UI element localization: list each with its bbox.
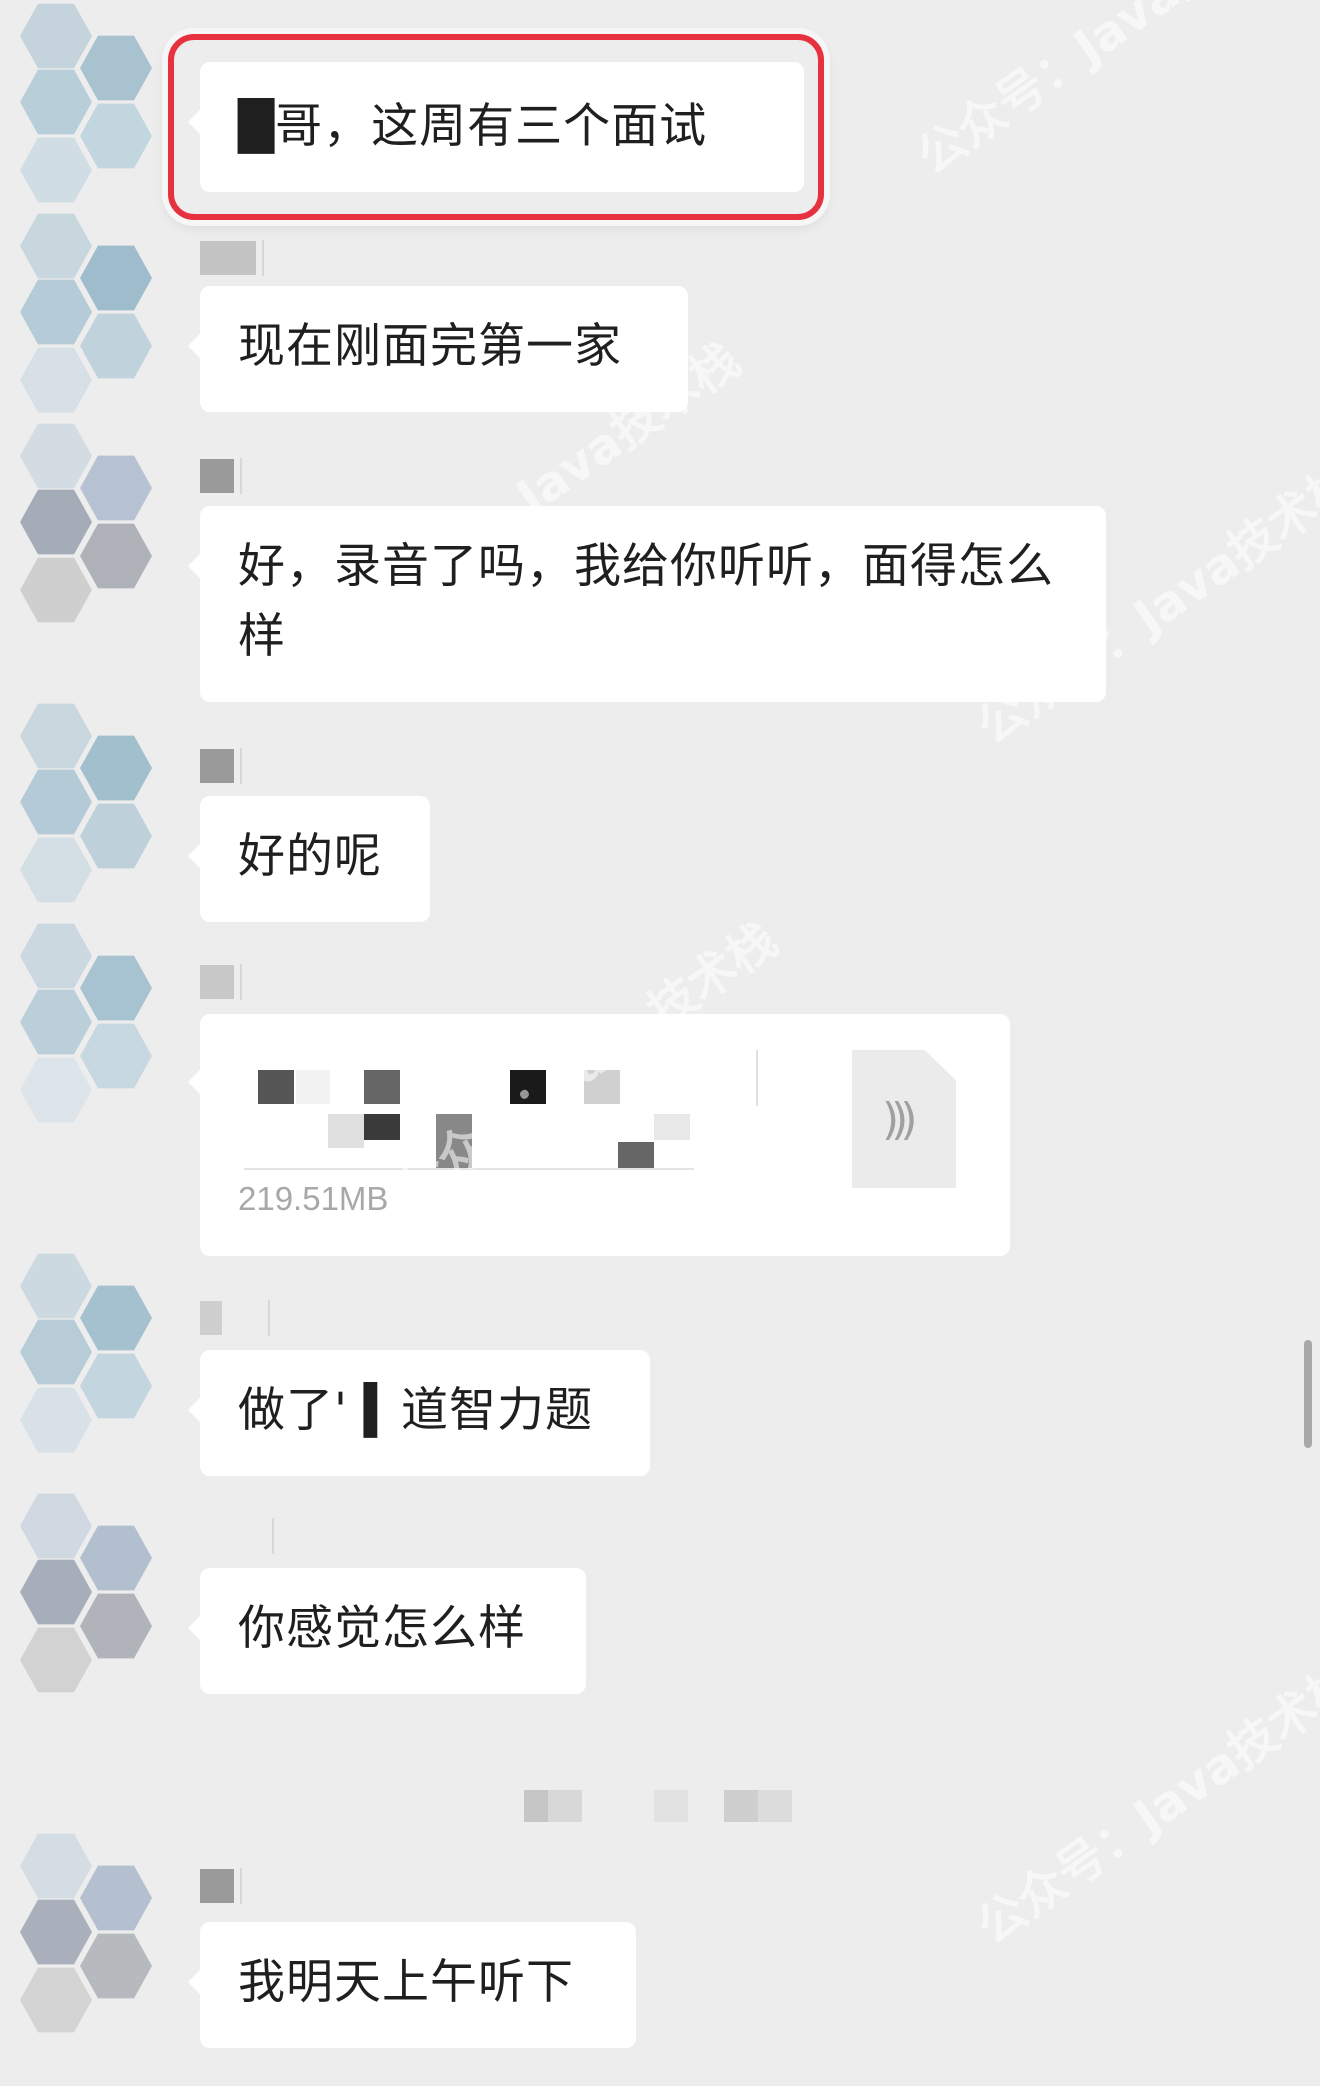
file-size: 219.51MB bbox=[238, 1180, 389, 1217]
sender-name bbox=[200, 964, 242, 1000]
timestamp-redacted bbox=[524, 1790, 796, 1822]
avatar[interactable] bbox=[20, 920, 170, 1150]
sound-wave-icon: ))) bbox=[882, 1094, 917, 1145]
avatar[interactable] bbox=[20, 1830, 170, 2060]
sender-name bbox=[200, 1868, 242, 1904]
watermark: 公众号：Java技术栈 bbox=[906, 0, 1308, 186]
chat-window[interactable]: █哥，这周有三个面试 现在刚面完第一家 好，录音了吗，我给你听听，面得怎么样 好… bbox=[0, 0, 1320, 2086]
avatar[interactable] bbox=[20, 0, 170, 230]
avatar[interactable] bbox=[20, 210, 170, 440]
message-text: 现在刚面完第一家 bbox=[238, 319, 622, 374]
scrollbar[interactable] bbox=[1304, 1340, 1312, 1448]
watermark: 公众号：Java技术栈 bbox=[966, 1651, 1320, 1956]
avatar[interactable] bbox=[20, 420, 170, 650]
audio-file-icon: ))) bbox=[852, 1050, 956, 1188]
message-bubble[interactable]: 好，录音了吗，我给你听听，面得怎么样 bbox=[188, 506, 1106, 702]
message-text: 做了' ▍道智力题 bbox=[238, 1383, 594, 1438]
message-bubble[interactable]: 我明天上午听下 bbox=[188, 1922, 636, 2048]
message-text: █哥，这周有三个面试 bbox=[238, 99, 708, 154]
file-name-redacted bbox=[258, 1070, 294, 1104]
avatar[interactable] bbox=[20, 1490, 170, 1720]
message-text: 我明天上午听下 bbox=[238, 1955, 574, 2010]
avatar[interactable] bbox=[20, 700, 170, 930]
sender-name bbox=[200, 458, 242, 494]
message-bubble[interactable]: 做了' ▍道智力题 bbox=[188, 1350, 650, 1476]
message-text: 好的呢 bbox=[238, 829, 382, 884]
message-bubble[interactable]: 现在刚面完第一家 bbox=[188, 286, 688, 412]
message-text: 你感觉怎么样 bbox=[238, 1601, 526, 1656]
sender-name bbox=[200, 1518, 274, 1554]
sender-name bbox=[200, 240, 264, 276]
message-bubble[interactable]: 好的呢 bbox=[188, 796, 430, 922]
message-bubble[interactable]: █哥，这周有三个面试 bbox=[188, 62, 804, 192]
sender-name bbox=[200, 748, 242, 784]
message-bubble[interactable]: 你感觉怎么样 bbox=[188, 1568, 586, 1694]
sender-name bbox=[200, 1300, 270, 1336]
message-text: 好，录音了吗，我给你听听，面得怎么样 bbox=[238, 539, 1054, 664]
avatar[interactable] bbox=[20, 1250, 170, 1480]
file-message[interactable]: 219.51MB ))) bbox=[188, 1014, 1010, 1256]
